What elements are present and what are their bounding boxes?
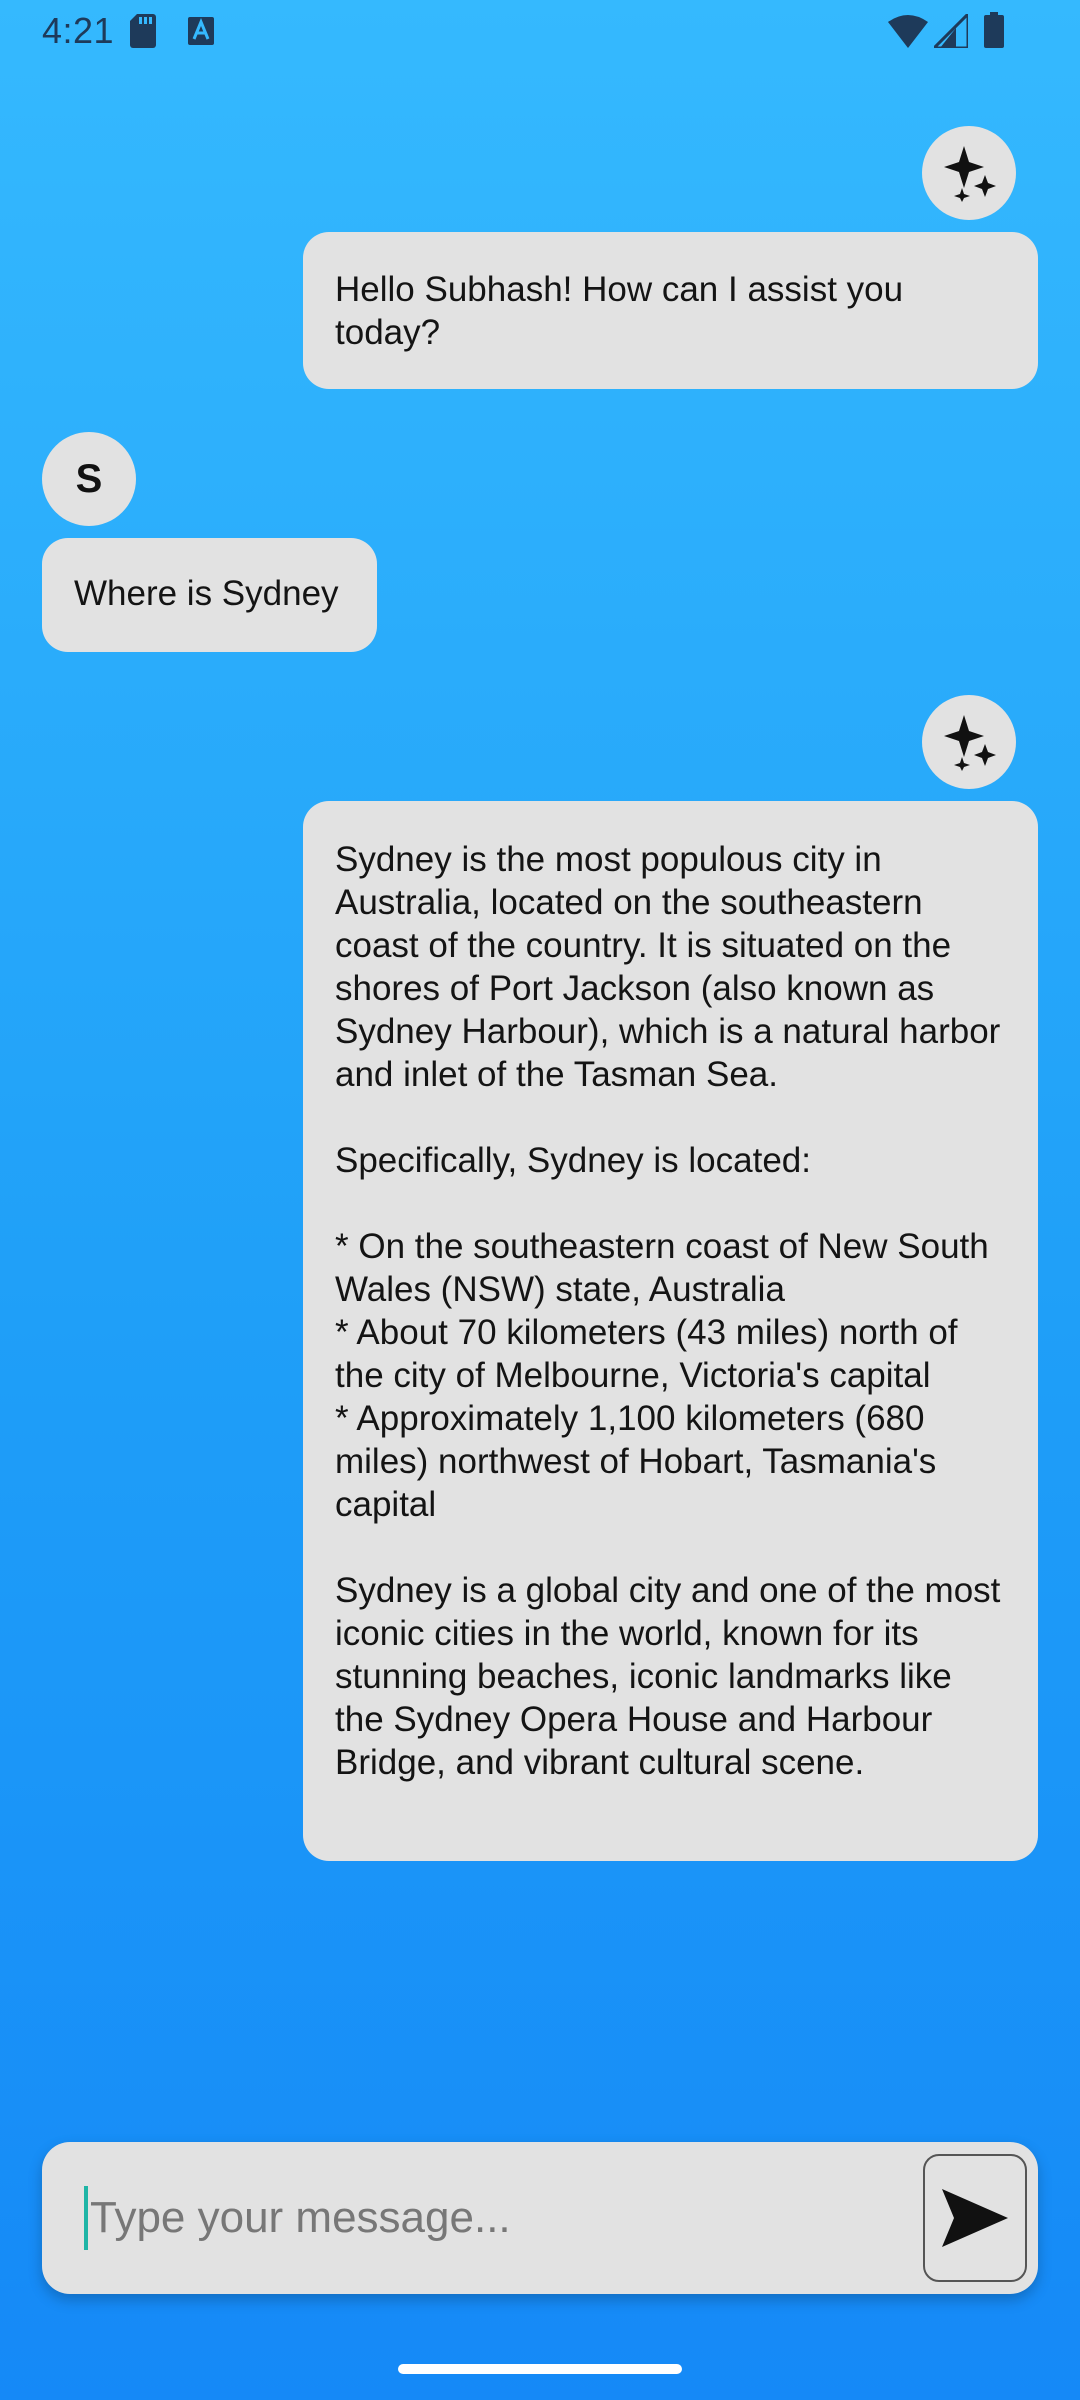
sparkle-icon <box>944 146 996 202</box>
send-icon <box>942 2189 1008 2247</box>
message-input[interactable] <box>82 2178 930 2258</box>
signal-icon <box>934 14 968 48</box>
status-time: 4:21 <box>42 10 115 51</box>
send-button[interactable] <box>923 2154 1027 2282</box>
ai-message-bubble: Sydney is the most populous city in Aust… <box>303 801 1038 1861</box>
user-message-bubble: Where is Sydney <box>42 538 377 652</box>
wifi-icon <box>888 15 928 48</box>
sd-card-icon <box>130 14 156 48</box>
home-indicator[interactable] <box>398 2364 682 2374</box>
message-composer <box>42 2142 1038 2294</box>
user-avatar: S <box>42 432 136 526</box>
keyboard-a-icon <box>188 17 214 45</box>
ai-avatar <box>922 695 1016 789</box>
sparkle-icon <box>944 715 996 771</box>
user-avatar-letter: S <box>75 456 103 501</box>
battery-icon <box>984 12 1004 48</box>
ai-message-bubble: Hello Subhash! How can I assist you toda… <box>303 232 1038 389</box>
status-bar: 4:21 <box>0 0 1080 62</box>
ai-avatar <box>922 126 1016 220</box>
